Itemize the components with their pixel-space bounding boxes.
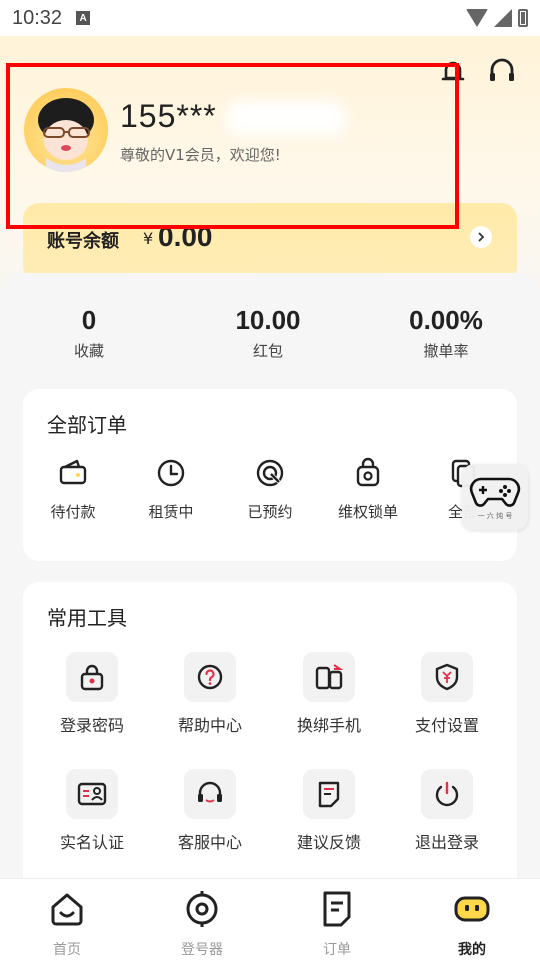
stat-value: 0.00%: [409, 305, 483, 335]
clock-icon: [157, 459, 185, 487]
wallet-icon: [59, 459, 87, 485]
id-card-icon: [77, 782, 107, 806]
order-pending-payment[interactable]: 待付款: [33, 457, 113, 522]
profile-icon: [454, 896, 490, 922]
tool-label: 退出登录: [414, 833, 479, 852]
lock-bag-icon: [356, 457, 380, 487]
order-label: 租赁中: [148, 503, 194, 521]
headset-icon: [198, 781, 222, 803]
stat-cancel-rate[interactable]: 0.00% 撤单率: [376, 305, 516, 361]
stat-value: 10.00: [235, 305, 301, 335]
floating-game-button[interactable]: 一 六 炖 号: [462, 464, 528, 530]
nav-label: 订单: [323, 942, 351, 958]
balance-currency: ¥: [143, 229, 154, 248]
order-label: 维权锁单: [337, 503, 398, 521]
nav-profile[interactable]: 我的: [422, 889, 522, 959]
order-label: 已预约: [247, 503, 293, 521]
tool-icon-box: [184, 652, 236, 702]
balance-label: 账号余额: [47, 231, 119, 252]
balance-value: 0.00: [158, 221, 213, 252]
tool-icon-box: [184, 769, 236, 819]
nav-login-tool[interactable]: 登号器: [152, 889, 252, 959]
chevron-right-icon[interactable]: [470, 226, 492, 248]
tools-card: 常用工具 登录密码 帮助中心 换绑手机 支付设置 实名认证 客服中心 建议反馈 …: [23, 582, 517, 892]
stat-value: 0: [81, 305, 97, 335]
tool-login-password[interactable]: 登录密码: [33, 652, 151, 736]
tool-icon-box: [303, 652, 355, 702]
username: 155***: [120, 98, 217, 134]
tools-title: 常用工具: [47, 606, 127, 630]
avatar-figure-icon: [38, 98, 94, 172]
help-icon: [197, 664, 223, 690]
order-label: 待付款: [50, 503, 96, 521]
tool-change-phone[interactable]: 换绑手机: [270, 652, 388, 736]
bell-icon[interactable]: [438, 56, 468, 86]
tool-icon-box: [66, 652, 118, 702]
order-renting[interactable]: 租赁中: [131, 457, 211, 522]
welcome-text: 尊敬的V1会员，欢迎您!: [120, 146, 281, 164]
floating-label: 一 六 炖 号: [477, 512, 513, 520]
tool-label: 实名认证: [59, 833, 124, 852]
headset-icon[interactable]: [486, 56, 518, 86]
tool-help-center[interactable]: 帮助中心: [151, 652, 269, 736]
lock-icon: [80, 664, 104, 691]
stat-label: 红包: [252, 342, 283, 360]
status-bar: 10:32 A: [0, 0, 540, 36]
battery-icon: [518, 9, 528, 27]
home-icon: [51, 893, 83, 926]
target-icon: [256, 459, 284, 487]
order-dispute-lock[interactable]: 维权锁单: [328, 457, 408, 522]
power-icon: [435, 781, 459, 807]
tool-icon-box: [421, 769, 473, 819]
stat-favorites[interactable]: 0 收藏: [19, 305, 159, 361]
nav-label: 登号器: [181, 942, 223, 958]
gamepad-icon: [469, 477, 521, 507]
stats-row: 0 收藏 10.00 红包 0.00% 撤单率: [0, 305, 540, 365]
nav-label: 我的: [458, 942, 486, 958]
tool-label: 客服中心: [177, 833, 242, 852]
status-time: 10:32: [12, 6, 63, 29]
tool-label: 建议反馈: [296, 833, 361, 852]
feedback-icon: [318, 781, 340, 808]
tool-logout[interactable]: 退出登录: [388, 769, 506, 853]
orders-title: 全部订单: [47, 413, 127, 437]
tool-feedback[interactable]: 建议反馈: [270, 769, 388, 853]
signal-icon: [494, 9, 512, 27]
nav-label: 首页: [53, 942, 81, 958]
bottom-nav: 首页 登号器 订单 我的: [0, 878, 540, 960]
shield-yen-icon: [435, 663, 459, 691]
notification-a-icon: A: [76, 11, 91, 25]
stat-label: 收藏: [73, 342, 104, 360]
wifi-icon: [466, 9, 488, 27]
tool-icon-box: [66, 769, 118, 819]
login-tool-icon: [186, 891, 218, 927]
tool-payment-settings[interactable]: 支付设置: [388, 652, 506, 736]
balance-card[interactable]: 账号余额 ¥ 0.00: [23, 203, 517, 283]
orders-card: 全部订单 待付款 租赁中 已预约 维权锁单: [23, 389, 517, 561]
stat-label: 撤单率: [423, 342, 469, 360]
tool-label: 登录密码: [59, 716, 124, 735]
nav-home[interactable]: 首页: [17, 889, 117, 959]
tool-label: 换绑手机: [296, 716, 361, 735]
avatar[interactable]: [24, 88, 108, 172]
username-mask: [226, 100, 346, 136]
nav-orders[interactable]: 订单: [287, 889, 387, 959]
tool-label: 帮助中心: [177, 716, 242, 735]
tool-label: 支付设置: [414, 716, 479, 735]
order-icon: [323, 891, 351, 927]
order-reserved[interactable]: 已预约: [230, 457, 310, 522]
phone-switch-icon: [315, 664, 344, 690]
status-indicators: [466, 9, 528, 27]
tool-icon-box: [303, 769, 355, 819]
stat-red-packet[interactable]: 10.00 红包: [198, 305, 338, 361]
tool-customer-service[interactable]: 客服中心: [151, 769, 269, 853]
tool-real-name[interactable]: 实名认证: [33, 769, 151, 853]
tool-icon-box: [421, 652, 473, 702]
